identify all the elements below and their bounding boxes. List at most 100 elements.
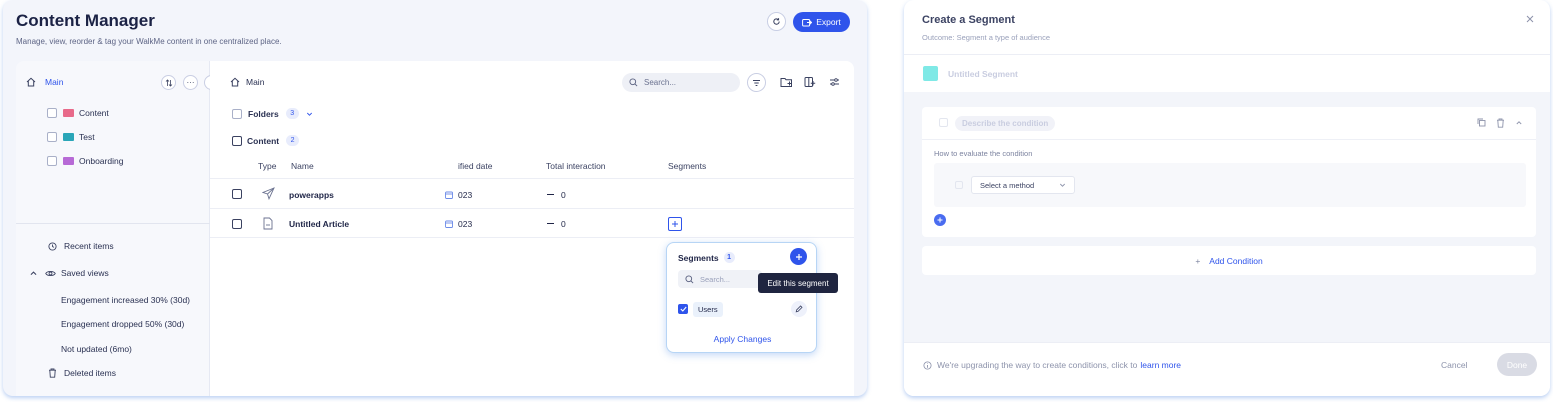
learn-more-link[interactable]: learn more [1140,360,1181,370]
folders-label: Folders [248,108,279,119]
close-button[interactable] [1526,15,1534,23]
method-checkbox[interactable] [955,181,963,189]
add-segment-button[interactable] [668,217,682,231]
header-divider [210,178,854,179]
add-rule-button[interactable] [934,214,946,226]
column-header-segments[interactable]: Segments [668,161,706,171]
add-condition-button[interactable]: + Add Condition [922,246,1536,275]
folder-icon [63,109,74,117]
segment-checkbox[interactable] [678,304,688,314]
sidebar-folder-content[interactable]: Content [47,108,109,118]
row-date: 023 [458,190,473,200]
row-checkbox[interactable] [232,189,242,199]
cancel-button[interactable]: Cancel [1441,360,1467,370]
content-label: Content [247,135,280,146]
row-name[interactable]: powerapps [289,190,334,200]
content-count-badge: 2 [286,135,300,146]
export-button[interactable]: Export [793,12,850,32]
column-header-interaction[interactable]: Total interaction [546,161,606,171]
delete-condition-button[interactable] [1496,118,1505,128]
divider [16,223,210,224]
filter-button[interactable] [747,73,766,92]
settings-button[interactable] [829,77,840,87]
folder-checkbox[interactable] [47,156,57,166]
send-icon [262,187,275,200]
content-section[interactable]: Content 2 [232,135,300,146]
sidebar-folder-test[interactable]: Test [47,132,95,142]
page-subtitle: Manage, view, reorder & tag your WalkMe … [16,37,282,46]
folder-checkbox[interactable] [47,108,57,118]
plus-icon [672,221,678,227]
column-header-type[interactable]: Type [258,161,276,171]
segment-search-input[interactable]: Search... [678,270,762,288]
new-folder-button[interactable] [780,76,793,88]
content-checkbox[interactable] [232,135,242,146]
more-options-button[interactable]: ··· [183,75,198,90]
method-select-value: Select a method [980,180,1035,190]
sidebar-item-deleted[interactable]: Deleted items [48,368,116,378]
refresh-button[interactable] [767,12,786,31]
row-name[interactable]: Untitled Article [289,219,349,229]
saved-view-item[interactable]: Not updated (6mo) [61,344,132,354]
home-icon [230,77,240,87]
home-icon [26,77,36,87]
new-item-button[interactable] [804,76,816,88]
recent-items-label: Recent items [64,241,114,251]
segment-tag: Users [693,302,723,317]
folders-count-badge: 3 [285,108,299,119]
chevron-up-icon [30,270,37,275]
popup-header: Segments 1 [678,252,735,263]
method-select[interactable]: Select a method [971,176,1075,194]
deleted-items-label: Deleted items [64,368,116,378]
folder-icon [63,157,74,165]
sidebar-folder-onboarding[interactable]: Onboarding [47,156,123,166]
search-placeholder: Search... [644,78,677,87]
duplicate-condition-button[interactable] [1477,118,1486,127]
sidebar-item-recent[interactable]: Recent items [48,241,114,251]
chevron-down-icon [306,112,312,116]
segment-name-input[interactable]: Untitled Segment [948,69,1018,79]
breadcrumb[interactable]: Main [230,77,264,87]
content-manager-panel: Content Manager Manage, view, reorder & … [3,0,867,396]
trend-flat-icon [547,223,554,224]
check-icon [679,306,687,312]
segment-panel-subtitle: Outcome: Segment a type of audience [922,33,1050,42]
apply-changes-button[interactable]: Apply Changes [667,334,818,344]
folders-checkbox[interactable] [232,108,242,119]
conditions-area: Describe the condition How to evaluate t… [904,92,1550,342]
folder-label: Test [79,132,95,142]
export-icon [802,18,813,26]
pencil-icon [795,305,803,313]
trend-flat-icon [547,194,554,195]
edit-segment-button[interactable] [791,301,807,317]
column-header-date[interactable]: ified date [458,161,493,171]
sidebar-item-saved-views[interactable]: Saved views [30,268,109,278]
clock-icon [48,241,57,251]
add-item-icon [804,77,816,87]
table-row-divider [210,208,854,209]
row-checkbox[interactable] [232,219,242,229]
sort-button[interactable] [161,75,176,90]
export-label: Export [816,17,841,27]
saved-views-label: Saved views [61,268,109,278]
search-input[interactable]: Search... [622,73,740,92]
saved-view-item[interactable]: Engagement increased 30% (30d) [61,295,190,305]
row-interaction: 0 [561,190,566,200]
done-button[interactable]: Done [1497,353,1537,376]
condition-description-input[interactable]: Describe the condition [955,116,1056,131]
sidebar-item-main[interactable]: Main [26,77,63,87]
close-icon [1526,15,1534,23]
plus-icon [795,253,802,260]
condition-checkbox[interactable] [939,118,948,127]
folders-section[interactable]: Folders 3 [232,108,313,119]
segment-color-swatch[interactable] [923,66,938,81]
saved-view-item[interactable]: Engagement dropped 50% (30d) [61,319,184,329]
collapse-condition-button[interactable] [1515,120,1523,126]
create-segment-button[interactable] [790,248,807,265]
plus-icon: + [1195,255,1201,266]
column-header-name[interactable]: Name [291,161,314,171]
folder-checkbox[interactable] [47,132,57,142]
sliders-icon [830,78,839,86]
folder-label: Content [79,108,109,118]
article-icon [263,217,273,230]
